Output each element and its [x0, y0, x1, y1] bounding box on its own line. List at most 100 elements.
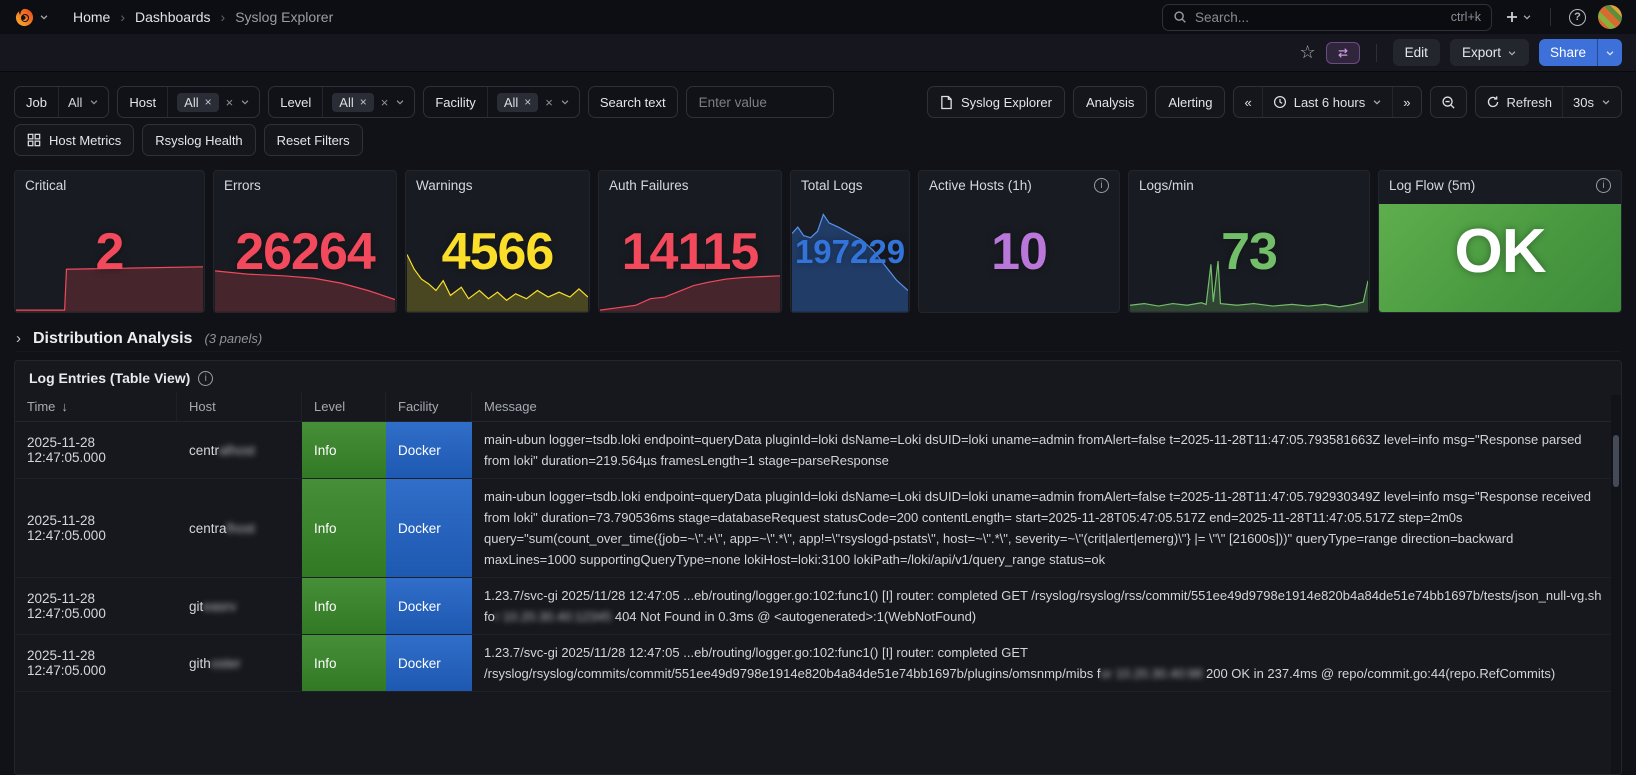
table-row[interactable]: 2025-11-28 12:47:05.000 centralhost InfoDo…: [15, 422, 1621, 479]
reset-filters-button[interactable]: Reset Filters: [263, 124, 363, 156]
time-shift-forward-button[interactable]: »: [1392, 87, 1420, 117]
column-label: Level: [314, 399, 346, 414]
info-icon[interactable]: i: [198, 370, 214, 386]
share-button[interactable]: Share: [1538, 39, 1597, 66]
filter-host[interactable]: Host All × ×: [117, 86, 261, 118]
table-row[interactable]: 2025-11-28 12:47:05.000 centralhost InfoDo…: [15, 479, 1621, 578]
cell-message: 1.23.7/svc-gi 2025/11/28 12:47:05 ...eb/…: [484, 588, 1602, 624]
column-header-time[interactable]: Time ↓: [15, 392, 177, 421]
button-label: Host Metrics: [49, 132, 122, 148]
filter-level-chip[interactable]: All ×: [332, 92, 374, 112]
chip-label: All: [339, 94, 354, 110]
button-label: Rsyslog Health: [155, 132, 243, 148]
link-syslog-explorer[interactable]: Syslog Explorer: [926, 86, 1065, 118]
chevron-down-icon[interactable]: [395, 97, 405, 107]
plus-icon: [1507, 12, 1517, 22]
grafana-logo[interactable]: [14, 7, 49, 28]
cell-time: 2025-11-28 12:47:05.000: [27, 435, 106, 465]
zoom-out-icon: [1441, 95, 1455, 109]
host-metrics-button[interactable]: Host Metrics: [14, 124, 135, 156]
link-label: Analysis: [1085, 94, 1135, 110]
chip-label: All: [503, 94, 519, 110]
filter-level-label: Level: [269, 87, 324, 117]
chip-remove-icon[interactable]: ×: [205, 95, 212, 109]
stat-panel-total-logs[interactable]: Total Logs 197229: [790, 170, 910, 313]
scrollbar-thumb[interactable]: [1613, 435, 1619, 487]
panel-title: Critical: [25, 178, 67, 193]
stat-panel-log-flow[interactable]: Log Flow (5m) i OK: [1378, 170, 1622, 313]
time-range-picker[interactable]: Last 6 hours: [1261, 87, 1393, 117]
panel-title: Log Entries (Table View): [29, 370, 191, 386]
filter-facility-label: Facility: [424, 87, 488, 117]
clear-icon[interactable]: ×: [226, 95, 234, 110]
grid-icon: [27, 133, 41, 147]
column-header-message[interactable]: Message: [472, 392, 1621, 421]
chip-remove-icon[interactable]: ×: [360, 95, 367, 109]
info-icon[interactable]: i: [1094, 178, 1109, 193]
clear-icon[interactable]: ×: [381, 95, 389, 110]
cell-message: main-ubun logger=tsdb.loki endpoint=quer…: [484, 489, 1591, 567]
chevron-down-icon[interactable]: [560, 97, 570, 107]
stat-panel-warnings[interactable]: Warnings 4566: [405, 170, 590, 313]
cell-facility: Docker: [386, 479, 472, 577]
column-label: Time: [27, 399, 56, 414]
rsyslog-health-button[interactable]: Rsyslog Health: [142, 124, 256, 156]
chevron-down-icon[interactable]: [89, 97, 99, 107]
section-distribution-analysis[interactable]: › Distribution Analysis (3 panels): [16, 326, 1620, 352]
cell-level: Info: [302, 635, 386, 691]
stat-panel-logs-per-min[interactable]: Logs/min 73: [1128, 170, 1370, 313]
chip-remove-icon[interactable]: ×: [524, 95, 531, 109]
divider: [1375, 43, 1377, 62]
favorite-star-icon[interactable]: ☆: [1300, 42, 1316, 63]
refresh-interval-picker[interactable]: 30s: [1562, 87, 1621, 117]
share-menu-button[interactable]: [1597, 39, 1622, 66]
redacted-text: oster: [210, 655, 241, 671]
stat-panel-errors[interactable]: Errors 26264: [213, 170, 397, 313]
stat-panel-active-hosts[interactable]: Active Hosts (1h) i 10: [918, 170, 1120, 313]
breadcrumb-home[interactable]: Home: [73, 9, 110, 25]
filter-job[interactable]: Job All: [14, 86, 110, 118]
stat-panel-auth-failures[interactable]: Auth Failures 14115: [598, 170, 782, 313]
panel-title: Errors: [224, 178, 261, 193]
scrollbar-track[interactable]: [1611, 395, 1621, 774]
link-alerting[interactable]: Alerting: [1155, 86, 1226, 118]
user-avatar[interactable]: [1598, 5, 1622, 29]
column-header-facility[interactable]: Facility: [386, 392, 472, 421]
panel-title: Total Logs: [801, 178, 863, 193]
stat-panel-row: Critical 2 Errors 26264 Warnings 4566 Au…: [14, 170, 1622, 313]
time-zoom-out-button[interactable]: [1429, 86, 1467, 118]
cell-level: Info: [302, 479, 386, 577]
stat-panel-critical[interactable]: Critical 2: [14, 170, 205, 313]
grafana-flame-icon: [15, 8, 34, 26]
filter-facility-chip[interactable]: All ×: [496, 92, 539, 112]
clock-icon: [1273, 95, 1286, 109]
cell-message: main-ubun logger=tsdb.loki endpoint=quer…: [484, 432, 1582, 468]
sort-desc-icon: ↓: [61, 399, 68, 414]
filter-level[interactable]: Level All × ×: [268, 86, 416, 118]
link-analysis[interactable]: Analysis: [1072, 86, 1148, 118]
info-icon[interactable]: i: [1596, 178, 1611, 193]
chevron-down-icon[interactable]: [240, 97, 250, 107]
export-button[interactable]: Export: [1449, 39, 1529, 66]
table-row[interactable]: 2025-11-28 12:47:05.000 gith oster Info Dock…: [15, 635, 1621, 692]
filter-facility[interactable]: Facility All × ×: [423, 86, 580, 118]
table-row[interactable]: 2025-11-28 12:47:05.000 git easrv Info Docke…: [15, 578, 1621, 635]
edit-button[interactable]: Edit: [1392, 39, 1440, 66]
time-range-label: Last 6 hours: [1293, 94, 1366, 110]
filter-host-chip[interactable]: All ×: [177, 92, 219, 112]
table-body: 2025-11-28 12:47:05.000 centr alhost Info Do…: [15, 422, 1621, 774]
refresh-button[interactable]: Refresh: [1476, 87, 1563, 117]
column-header-host[interactable]: Host: [177, 392, 302, 421]
cell-message: 1.23.7/svc-gi 2025/11/28 12:47:05 ...eb/…: [484, 645, 1556, 681]
dashboard-toggle-button[interactable]: [1325, 41, 1360, 64]
help-button[interactable]: ?: [1563, 8, 1592, 26]
search-text-input[interactable]: [696, 93, 823, 111]
add-new-button[interactable]: [1498, 9, 1538, 25]
chevron-down-icon: [1606, 50, 1614, 56]
global-search-input[interactable]: Search... ctrl+k: [1162, 3, 1492, 31]
breadcrumb-dashboards[interactable]: Dashboards: [135, 9, 211, 25]
cell-host: centralhost: [189, 442, 256, 458]
time-shift-back-button[interactable]: «: [1234, 87, 1261, 117]
column-header-level[interactable]: Level: [302, 392, 386, 421]
clear-icon[interactable]: ×: [545, 95, 553, 110]
